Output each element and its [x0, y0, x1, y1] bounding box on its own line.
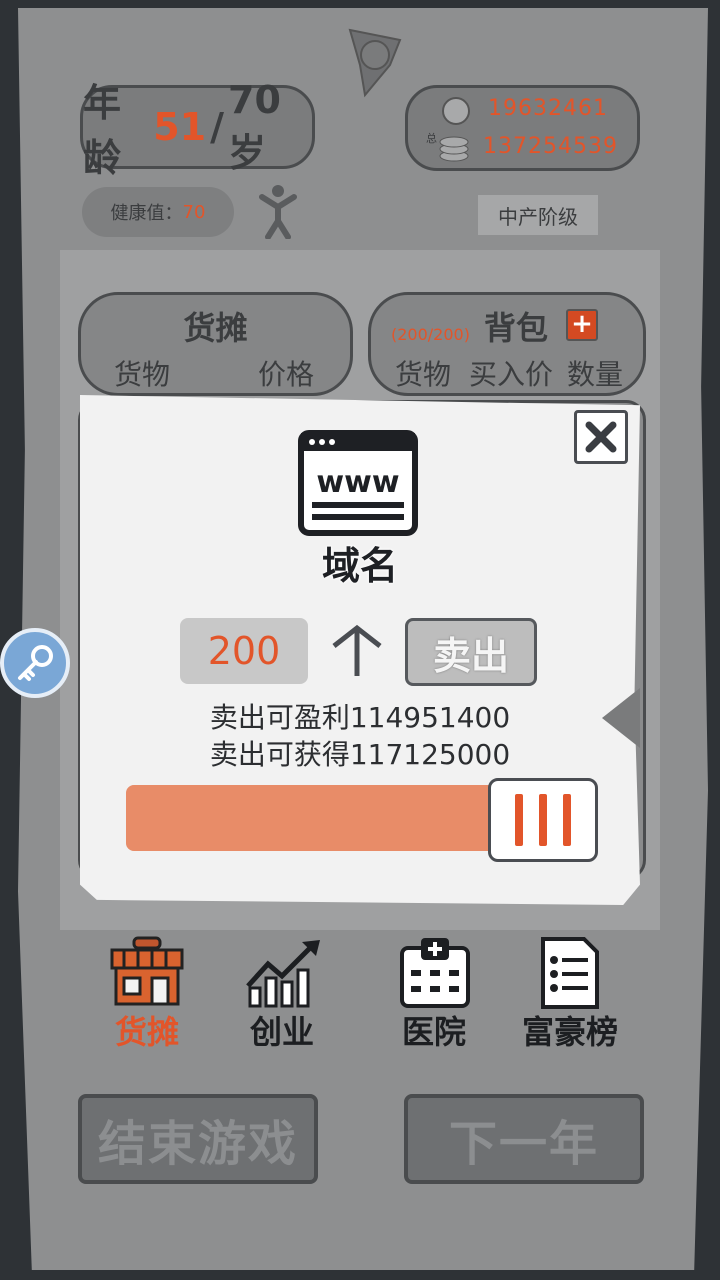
stall-col-price: 价格 [258, 358, 315, 391]
health-label: 健康值： [110, 203, 183, 224]
end-game-button[interactable]: 结束游戏 [78, 1094, 318, 1184]
pin-icon [348, 28, 402, 98]
class-badge: 中产阶级 [478, 195, 598, 235]
key-float-button[interactable] [0, 628, 70, 698]
nav-hospital-label[interactable]: 医院 [364, 1007, 504, 1053]
stall-panel: 货摊 货物 价格 [78, 292, 353, 396]
handle-grip-line [515, 794, 523, 846]
ranking-list-icon [541, 937, 599, 1009]
total-value: 137254539 [483, 134, 618, 159]
age-display: 年龄 51 / 70岁 [80, 78, 315, 180]
handle-grip-line [539, 794, 547, 846]
bag-col-quantity: 数量 [567, 358, 624, 391]
close-button[interactable] [574, 410, 628, 464]
nav-stall-label[interactable]: 货摊 [77, 1007, 217, 1053]
money-display: 19632461 总 137254539 [405, 85, 640, 171]
sell-button[interactable]: 卖出 [405, 618, 537, 686]
stall-title: 货摊 [183, 309, 248, 347]
gain-text: 卖出可获得117125000 [209, 738, 511, 771]
nav-business-button[interactable] [242, 936, 326, 1008]
age-prefix: 年龄 [83, 81, 122, 180]
nav-business-label[interactable]: 创业 [212, 1007, 352, 1053]
shop-icon [110, 936, 184, 1006]
coin-stack-icon [439, 136, 469, 162]
bag-col-goods: 货物 [395, 358, 452, 391]
health-value: 70 [182, 201, 206, 223]
popup-pointer [602, 688, 640, 748]
item-name: 域名 [321, 544, 398, 588]
age-separator: / [210, 105, 225, 149]
stall-col-goods: 货物 [114, 358, 171, 391]
bag-expand-button[interactable]: + [566, 309, 598, 341]
nav-hospital-button[interactable] [399, 936, 471, 1010]
class-label: 中产阶级 [498, 204, 578, 229]
www-browser-icon: www [298, 430, 418, 536]
age-current: 51 [153, 105, 207, 149]
nav-stall-button[interactable] [108, 936, 186, 1008]
hospital-icon [400, 938, 470, 1008]
nav-ranking-label[interactable]: 富豪榜 [500, 1007, 640, 1053]
bag-title: 背包 [484, 309, 549, 347]
handle-grip-line [563, 794, 571, 846]
bag-panel: (200/200) 背包 + 货物 买入价 数量 [368, 292, 646, 396]
age-max: 70岁 [228, 77, 281, 175]
quantity-slider-fill [126, 785, 498, 851]
person-icon [259, 185, 297, 239]
max-arrow-icon[interactable] [330, 624, 384, 678]
close-icon [585, 421, 617, 453]
key-icon [18, 645, 53, 681]
coin-icon [442, 97, 470, 125]
cash-value: 19632461 [488, 96, 608, 121]
bag-capacity: (200/200) [391, 325, 470, 344]
bag-col-buy-price: 买入价 [469, 358, 554, 391]
quantity-input[interactable]: 200 [180, 618, 308, 684]
nav-ranking-button[interactable] [540, 936, 600, 1010]
quantity-slider-handle[interactable] [488, 778, 598, 862]
profit-text: 卖出可盈利114951400 [209, 701, 511, 734]
chart-growth-icon [246, 940, 320, 1008]
svg-text:www: www [316, 465, 399, 500]
health-badge: 健康值： 70 [82, 187, 234, 237]
next-year-button[interactable]: 下一年 [404, 1094, 644, 1184]
